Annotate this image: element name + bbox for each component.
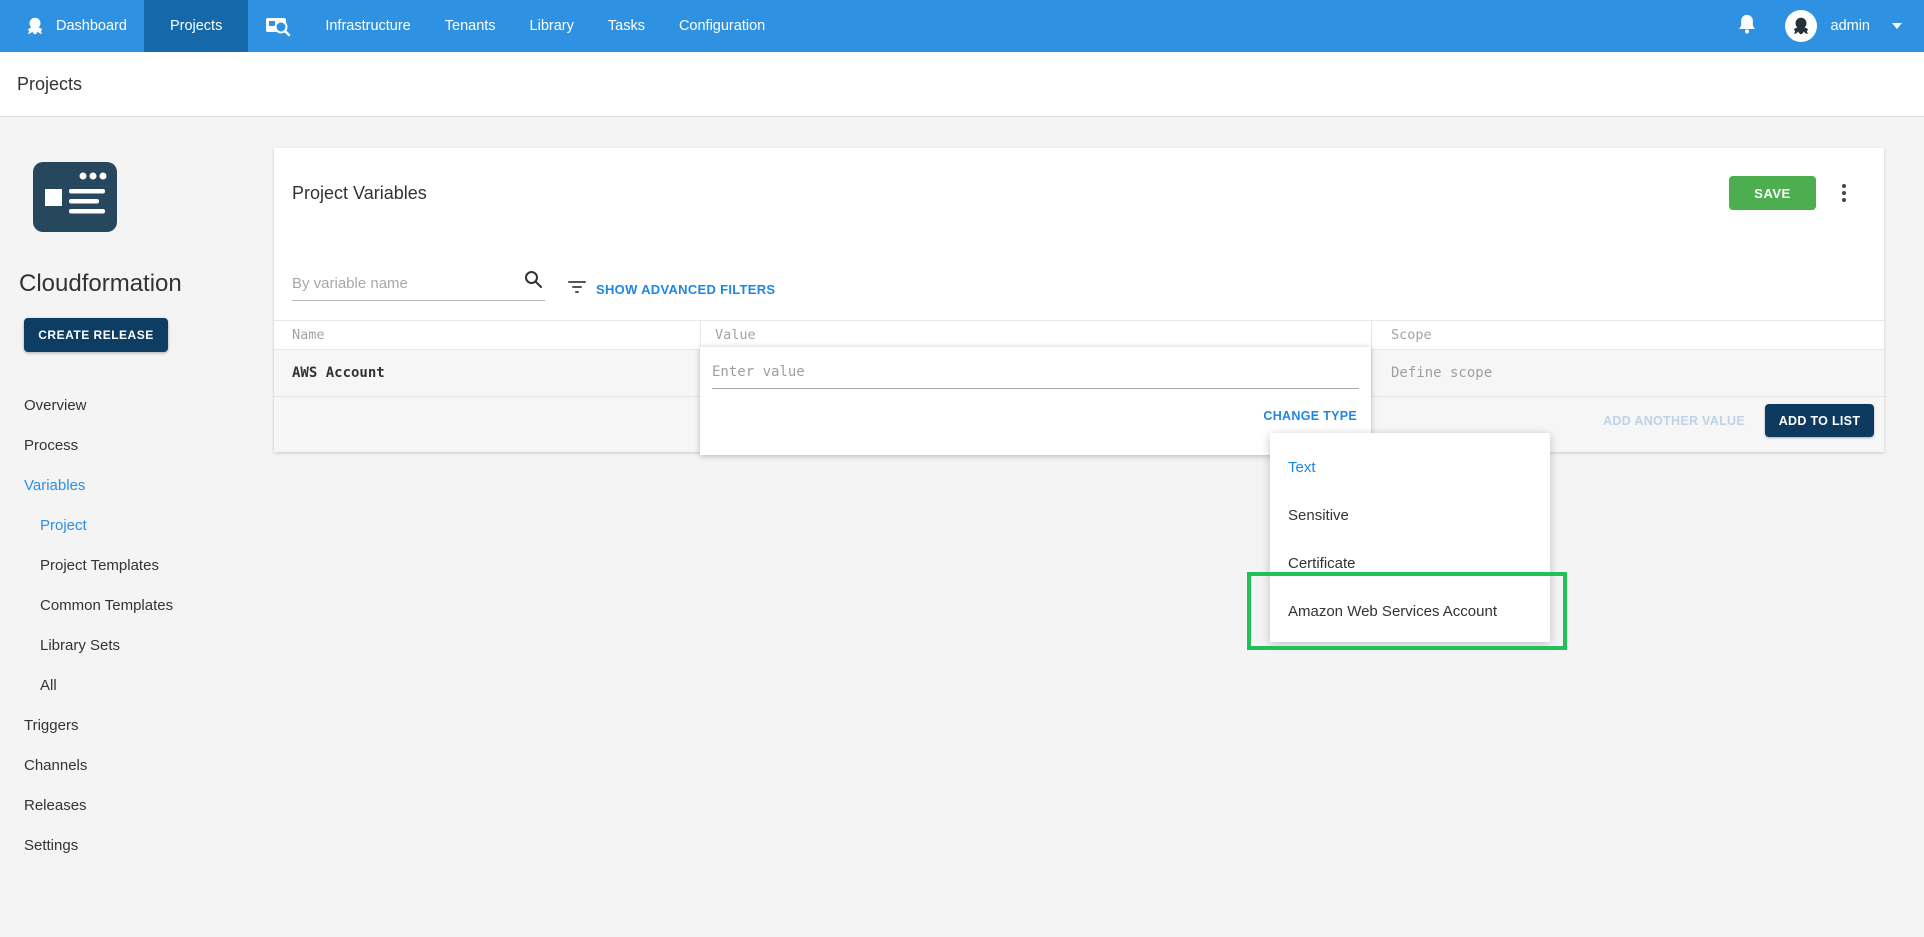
sidebar-item-process[interactable]: Process (0, 425, 274, 465)
sidebar-item-channels[interactable]: Channels (0, 745, 274, 785)
type-option-sensitive[interactable]: Sensitive (1270, 491, 1550, 539)
sidebar-nav: Overview Process Variables Project Proje… (0, 385, 274, 865)
notifications-bell-icon[interactable] (1737, 13, 1757, 40)
type-option-amazon-web-services-account[interactable]: Amazon Web Services Account (1270, 587, 1550, 635)
nav-item-projects[interactable]: Projects (144, 0, 248, 52)
sidebar-item-releases[interactable]: Releases (0, 785, 274, 825)
app-root: Dashboard Projects Infrastructure Tenant… (0, 0, 1924, 937)
nav-item-tenants[interactable]: Tenants (428, 0, 513, 52)
sidebar-item-all[interactable]: All (0, 665, 274, 705)
project-logo (33, 162, 117, 232)
project-search-icon[interactable] (248, 0, 308, 52)
sidebar-item-variables[interactable]: Variables (0, 465, 274, 505)
nav-item-configuration[interactable]: Configuration (662, 0, 782, 52)
show-advanced-filters-link[interactable]: SHOW ADVANCED FILTERS (596, 282, 775, 297)
sidebar-item-overview[interactable]: Overview (0, 385, 274, 425)
column-header-name: Name (274, 321, 700, 349)
username-label: admin (1831, 18, 1871, 34)
create-release-button[interactable]: CREATE RELEASE (24, 318, 168, 352)
overflow-menu-icon[interactable] (1834, 178, 1854, 208)
user-avatar[interactable] (1785, 10, 1817, 42)
nav-item-library[interactable]: Library (513, 0, 591, 52)
variable-name-cell[interactable]: AWS Account (274, 350, 700, 396)
value-input-field (712, 357, 1359, 389)
define-scope-field[interactable]: Define scope (1371, 350, 1884, 396)
type-option-certificate[interactable]: Certificate (1270, 539, 1550, 587)
filter-icon (568, 281, 586, 296)
nav-item-infrastructure[interactable]: Infrastructure (308, 0, 427, 52)
sidebar-item-common-templates[interactable]: Common Templates (0, 585, 274, 625)
sidebar-item-library-sets[interactable]: Library Sets (0, 625, 274, 665)
sidebar-item-triggers[interactable]: Triggers (0, 705, 274, 745)
save-button[interactable]: SAVE (1729, 176, 1816, 210)
value-input[interactable] (712, 357, 1359, 387)
variable-type-menu: Text Sensitive Certificate Amazon Web Se… (1270, 433, 1550, 642)
search-icon (523, 269, 543, 294)
add-another-value-button[interactable]: ADD ANOTHER VALUE (1603, 414, 1745, 428)
column-header-value: Value (700, 321, 1371, 349)
change-type-link[interactable]: CHANGE TYPE (1263, 409, 1357, 423)
column-header-scope: Scope (1371, 321, 1884, 349)
octopus-logo-icon (0, 0, 46, 52)
user-menu-chevron-down-icon[interactable] (1892, 23, 1902, 29)
table-header-row: Name Value Scope (274, 320, 1884, 350)
nav-item-tasks[interactable]: Tasks (591, 0, 662, 52)
breadcrumb: Projects (0, 74, 82, 95)
top-navigation: Dashboard Projects Infrastructure Tenant… (0, 0, 1924, 52)
sidebar-item-project[interactable]: Project (0, 505, 274, 545)
search-input[interactable] (292, 268, 512, 298)
add-to-list-button[interactable]: ADD TO LIST (1765, 404, 1874, 437)
variable-search-field (292, 268, 545, 301)
sidebar-item-project-templates[interactable]: Project Templates (0, 545, 274, 585)
project-name: Cloudformation (19, 270, 182, 298)
breadcrumb-bar: Projects (0, 52, 1924, 117)
nav-item-dashboard[interactable]: Dashboard (46, 0, 144, 52)
sidebar-item-settings[interactable]: Settings (0, 825, 274, 865)
row-actions: ADD ANOTHER VALUE ADD TO LIST (1603, 404, 1874, 437)
page-title: Project Variables (292, 183, 427, 204)
nav-right-cluster: admin (1737, 0, 1924, 52)
type-option-text[interactable]: Text (1270, 443, 1550, 491)
